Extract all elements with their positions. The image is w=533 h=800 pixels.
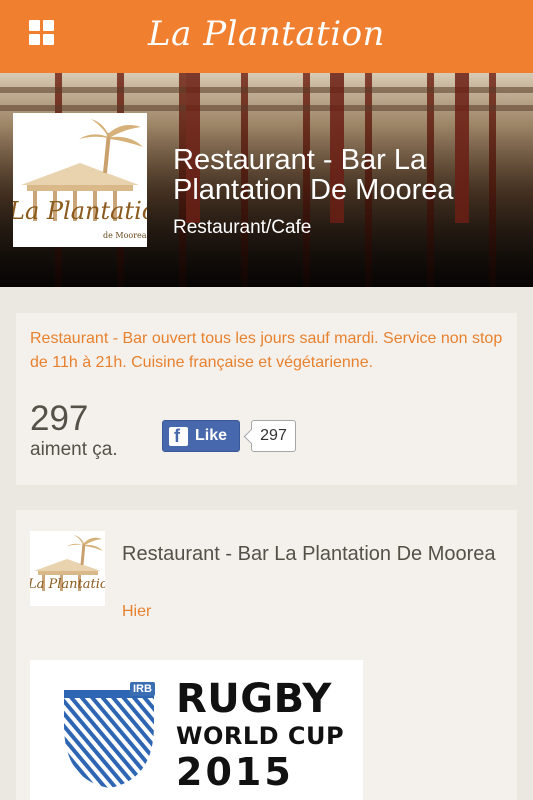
rwc-line-3: 2015 — [176, 750, 294, 794]
post-timestamp[interactable]: Hier — [122, 603, 151, 621]
logo-text: La Plantation — [13, 197, 147, 225]
post-image[interactable]: IRB RUGBY WORLD CUP 2015 — [30, 660, 363, 800]
like-button-label: Like — [195, 427, 228, 444]
about-card: Restaurant - Bar ouvert tous les jours s… — [16, 313, 517, 485]
rwc-line-1: RUGBY — [176, 676, 332, 722]
likes-label: aiment ça. — [30, 439, 118, 460]
palm-tree-logo-icon — [13, 113, 147, 247]
logo-text: La Plantation — [30, 577, 105, 592]
irb-badge: IRB — [130, 682, 155, 696]
page-name[interactable]: Restaurant - Bar La Plantation De Moorea — [173, 145, 523, 205]
palm-tree-logo-icon — [30, 531, 105, 606]
rwc-line-2: WORLD CUP — [176, 722, 345, 750]
rugby-world-cup-logo-icon — [64, 690, 154, 788]
facebook-like-button[interactable]: Like — [162, 420, 240, 452]
app-title: La Plantation — [148, 14, 385, 54]
app-header: La Plantation — [0, 0, 533, 73]
post-author[interactable]: Restaurant - Bar La Plantation De Moorea — [122, 540, 502, 568]
page-category: Restaurant/Cafe — [173, 217, 312, 238]
page-logo[interactable]: La Plantation de Moorea — [13, 113, 147, 247]
avatar[interactable]: La Plantation — [30, 531, 105, 606]
logo-subtext: de Moorea — [103, 231, 147, 240]
likes-count: 297 — [30, 399, 89, 438]
cover-header: La Plantation de Moorea Restaurant - Bar… — [0, 73, 533, 287]
facebook-icon — [169, 426, 188, 447]
like-count-bubble: 297 — [251, 420, 296, 452]
post-card: La Plantation Restaurant - Bar La Planta… — [16, 510, 517, 800]
about-text: Restaurant - Bar ouvert tous les jours s… — [30, 330, 503, 371]
